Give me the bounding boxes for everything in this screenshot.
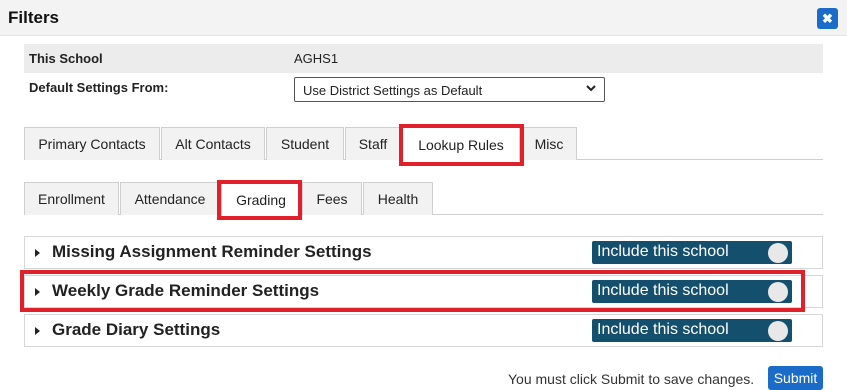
chevron-down-icon	[586, 85, 596, 92]
this-school-row: This School AGHS1	[24, 44, 823, 73]
sub-tabs: Enrollment Attendance Grading Fees Healt…	[24, 182, 823, 216]
grading-highlight	[217, 180, 302, 220]
dialog-title: Filters	[8, 8, 60, 27]
default-settings-label: Default Settings From:	[29, 80, 169, 95]
tab-fees[interactable]: Fees	[302, 182, 362, 215]
tab-primary-contacts[interactable]: Primary Contacts	[24, 127, 160, 160]
close-button[interactable]: ✖	[817, 8, 838, 29]
tab-misc[interactable]: Misc	[521, 127, 577, 160]
tab-health[interactable]: Health	[363, 182, 433, 215]
toggle-knob	[768, 321, 788, 341]
include-school-toggle[interactable]: Include this school	[592, 241, 792, 264]
default-settings-value: Use District Settings as Default	[303, 83, 483, 98]
section-missing-assignment[interactable]: Missing Assignment Reminder Settings Inc…	[24, 236, 823, 269]
toggle-label: Include this school	[597, 321, 729, 338]
section-grade-diary[interactable]: Grade Diary Settings Include this school	[24, 314, 823, 347]
tab-alt-contacts[interactable]: Alt Contacts	[161, 127, 265, 160]
dialog-title-bar: Filters ✖	[0, 0, 847, 36]
caret-right-icon	[35, 249, 40, 257]
toggle-knob	[768, 243, 788, 263]
tab-student[interactable]: Student	[266, 127, 344, 160]
lookup-rules-highlight	[399, 124, 524, 166]
weekly-grade-highlight	[20, 270, 805, 312]
this-school-label: This School	[29, 51, 103, 66]
tab-staff[interactable]: Staff	[345, 127, 401, 160]
this-school-value: AGHS1	[294, 51, 339, 66]
caret-right-icon	[35, 327, 40, 335]
section-title: Grade Diary Settings	[52, 320, 221, 339]
close-icon: ✖	[822, 10, 833, 26]
tab-enrollment[interactable]: Enrollment	[24, 182, 119, 215]
section-title: Missing Assignment Reminder Settings	[52, 242, 372, 261]
filters-dialog: Filters ✖ This School AGHS1 Default Sett…	[0, 0, 847, 390]
tab-attendance[interactable]: Attendance	[120, 182, 220, 215]
save-note: You must click Submit to save changes.	[508, 371, 755, 387]
include-school-toggle[interactable]: Include this school	[592, 319, 792, 342]
default-settings-select[interactable]: Use District Settings as Default	[294, 77, 605, 102]
toggle-label: Include this school	[597, 243, 729, 260]
submit-button[interactable]: Submit	[768, 366, 823, 390]
